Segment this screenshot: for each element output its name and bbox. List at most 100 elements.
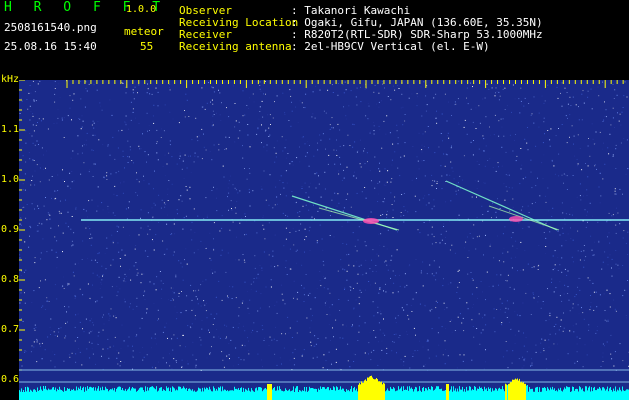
power-bar — [36, 391, 37, 400]
power-bar — [396, 390, 397, 400]
power-bar — [128, 388, 129, 400]
power-bar — [180, 386, 181, 400]
power-bar — [521, 381, 522, 400]
power-bar — [104, 390, 105, 400]
antenna-label: Receiving antenna — [179, 40, 292, 53]
power-bar — [290, 391, 291, 400]
power-bar — [87, 386, 88, 400]
power-bar — [516, 379, 517, 400]
power-bar — [253, 391, 254, 400]
power-bar — [542, 387, 543, 400]
power-bar — [133, 388, 134, 400]
power-bar — [97, 388, 98, 400]
power-bar — [182, 388, 183, 400]
power-bar — [66, 390, 67, 400]
power-bar — [86, 390, 87, 400]
power-bar — [565, 388, 566, 400]
power-bar — [120, 386, 121, 400]
power-bar — [202, 387, 203, 400]
power-bar — [46, 389, 47, 400]
power-bar — [37, 387, 38, 400]
power-bar — [536, 387, 537, 400]
power-bar — [232, 390, 233, 400]
power-bar — [321, 388, 322, 400]
power-bar — [333, 386, 334, 400]
power-bar — [477, 388, 478, 400]
power-bar — [233, 390, 234, 400]
power-bar — [499, 387, 500, 400]
power-bar — [314, 388, 315, 400]
power-bar — [326, 388, 327, 400]
power-bar — [388, 390, 389, 400]
power-bar — [183, 386, 184, 400]
power-bar — [170, 387, 171, 400]
power-bar — [453, 386, 454, 400]
power-bar — [68, 389, 69, 400]
power-bar — [339, 389, 340, 400]
power-bar — [489, 389, 490, 400]
power-bar — [487, 391, 488, 400]
power-bar — [110, 389, 111, 400]
power-bar — [485, 389, 486, 400]
power-bar — [496, 388, 497, 400]
power-bar — [45, 386, 46, 400]
power-bar — [99, 390, 100, 400]
power-bar — [478, 389, 479, 400]
power-bar — [432, 386, 433, 400]
power-bar — [151, 386, 152, 400]
power-bar — [575, 389, 576, 400]
power-bar — [176, 389, 177, 400]
power-bar — [341, 389, 342, 400]
power-bar — [454, 390, 455, 400]
power-bar — [92, 387, 93, 400]
power-bar — [88, 388, 89, 400]
power-bar — [73, 388, 74, 400]
power-bar — [313, 388, 314, 400]
power-bar — [355, 390, 356, 400]
power-bar — [607, 386, 608, 400]
power-bar — [299, 390, 300, 400]
power-bar — [362, 382, 363, 400]
power-bar — [517, 378, 518, 400]
power-bar — [247, 390, 248, 400]
power-bar — [554, 388, 555, 400]
power-bar — [208, 389, 209, 400]
power-bar — [125, 388, 126, 400]
power-bar — [198, 387, 199, 400]
power-bar — [382, 384, 383, 400]
power-bar — [105, 386, 106, 400]
power-bar — [528, 391, 529, 400]
power-bar — [102, 386, 103, 400]
power-bar — [218, 387, 219, 400]
power-bar — [433, 390, 434, 400]
y-tick-label: 0.9 — [1, 224, 20, 235]
power-bar — [109, 390, 110, 400]
power-bar — [604, 388, 605, 400]
power-bar — [153, 387, 154, 400]
power-bar — [118, 386, 119, 400]
power-bar — [495, 388, 496, 400]
power-bar — [98, 386, 99, 400]
power-bar — [437, 386, 438, 400]
power-bar — [444, 390, 445, 400]
power-bar — [315, 388, 316, 400]
power-bar — [345, 392, 346, 400]
power-bar — [317, 391, 318, 400]
power-bar — [220, 386, 221, 400]
power-bar — [436, 386, 437, 400]
power-bar — [178, 386, 179, 400]
power-bar — [391, 388, 392, 400]
power-bar — [219, 387, 220, 400]
power-bar — [520, 382, 521, 400]
power-bar — [223, 390, 224, 400]
power-bar — [402, 391, 403, 400]
power-bar — [386, 390, 387, 400]
power-bar — [266, 389, 267, 400]
power-bar — [541, 391, 542, 400]
power-bar — [56, 391, 57, 400]
power-bars — [19, 375, 629, 400]
power-bar — [484, 386, 485, 400]
power-bar — [67, 388, 68, 400]
power-bar — [173, 387, 174, 400]
power-bar — [374, 379, 375, 400]
